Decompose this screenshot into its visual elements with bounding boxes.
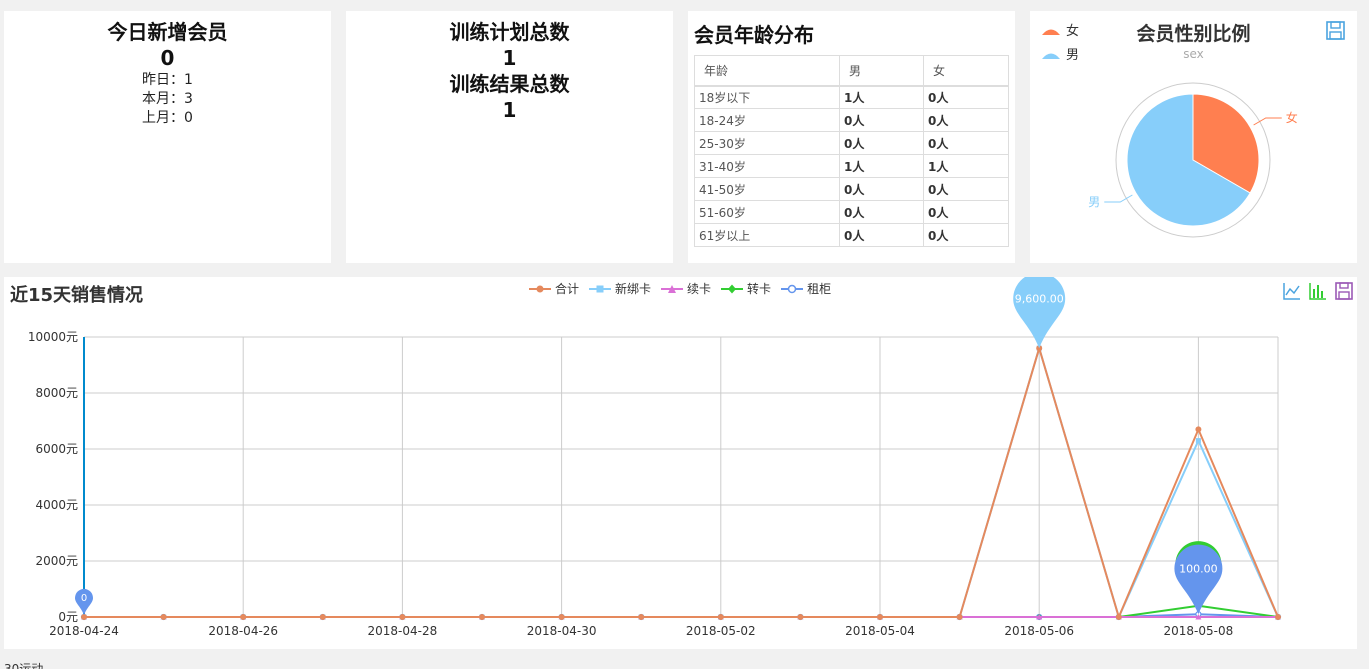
female-count-cell: 0人 [923, 108, 1009, 132]
x-tick-label: 2018-04-26 [208, 624, 278, 638]
new-members-card: 今日新增会员 0 昨日：1 本月：3 上月：0 [4, 11, 331, 263]
age-range-cell: 41-50岁 [694, 177, 840, 201]
pie-slice-label: 男 [1088, 195, 1100, 209]
age-range-cell: 61岁以上 [694, 223, 840, 247]
marker-label: 100.00 [1179, 562, 1218, 575]
plan-total-count: 1 [502, 46, 517, 70]
column-header-age: 年龄 [694, 55, 840, 86]
male-count-cell: 0人 [839, 223, 924, 247]
data-point [1195, 426, 1202, 433]
table-row: 61岁以上 0人 0人 [694, 223, 1009, 247]
data-point [558, 614, 565, 620]
age-range-cell: 18-24岁 [694, 108, 840, 132]
data-point [717, 614, 724, 620]
plan-total-title: 训练计划总数 [449, 20, 570, 44]
male-count-cell: 0人 [839, 200, 924, 224]
column-header-female: 女 [923, 55, 1009, 86]
data-point [1275, 614, 1281, 620]
series-line [84, 604, 1279, 618]
table-row: 25-30岁 0人 0人 [694, 131, 1009, 155]
x-tick-label: 2018-05-02 [686, 624, 756, 638]
table-row: 31-40岁 1人 1人 [694, 154, 1009, 178]
male-count-cell: 0人 [839, 131, 924, 155]
data-point [797, 614, 804, 620]
female-count-cell: 0人 [923, 131, 1009, 155]
age-range-cell: 18岁以下 [694, 85, 840, 109]
new-members-last-month: 上月：0 [142, 110, 193, 126]
age-distribution-table: 年龄 男 女 18岁以下 1人 0人 18-24岁 0人 0人 25-30岁 0人 0人 3… [694, 55, 1009, 247]
table-header-row: 年龄 男 女 [694, 55, 1009, 86]
y-tick-label: 10000元 [28, 330, 78, 344]
male-count-cell: 0人 [839, 108, 924, 132]
y-tick-label: 2000元 [35, 554, 78, 568]
female-count-cell: 1人 [923, 154, 1009, 178]
y-tick-label: 6000元 [35, 442, 78, 456]
data-point [1195, 438, 1201, 444]
marker-label: 0 [81, 593, 87, 604]
max-marker-pin [1174, 544, 1223, 615]
x-tick-label: 2018-04-30 [527, 624, 597, 638]
marker-label: 9,600.00 [1015, 292, 1064, 305]
data-point [319, 614, 326, 620]
age-range-cell: 51-60岁 [694, 200, 840, 224]
data-point [1115, 614, 1122, 620]
data-point [638, 614, 645, 620]
new-members-yesterday: 昨日：1 [142, 72, 193, 88]
new-members-this-month: 本月：3 [142, 91, 193, 107]
result-total-title: 训练结果总数 [449, 72, 570, 96]
x-tick-label: 2018-05-06 [1004, 624, 1074, 638]
x-tick-label: 2018-04-24 [49, 624, 119, 638]
x-tick-label: 2018-05-08 [1164, 624, 1234, 638]
sales-line-chart: 0元 2000元 4000元 6000元 8000元 10000元 2018-04-24 20… [28, 277, 1282, 638]
footer-text: 30运动 [4, 662, 44, 669]
male-count-cell: 0人 [839, 177, 924, 201]
female-count-cell: 0人 [923, 223, 1009, 247]
sales-chart-card: 近15天销售情况 合计 新绑卡 续卡 转卡 租柜 0元 2000元 4000元 6000元 80… [4, 277, 1357, 649]
result-total-count: 1 [502, 98, 517, 122]
female-count-cell: 0人 [923, 85, 1009, 109]
male-count-cell: 1人 [839, 154, 924, 178]
table-row: 18-24岁 0人 0人 [694, 108, 1009, 132]
training-stats-card: 训练计划总数 1 训练结果总数 1 [346, 11, 673, 263]
max-marker-pin [1013, 277, 1066, 349]
data-point [479, 614, 485, 620]
x-tick-label: 2018-05-04 [845, 624, 915, 638]
data-point [240, 614, 247, 620]
data-point [877, 614, 883, 620]
series-line [84, 344, 1279, 620]
age-range-cell: 25-30岁 [694, 131, 840, 155]
table-row: 51-60岁 0人 0人 [694, 200, 1009, 224]
y-tick-label: 0元 [58, 610, 78, 624]
age-range-cell: 31-40岁 [694, 154, 840, 178]
age-distribution-title: 会员年龄分布 [694, 23, 814, 47]
data-point [956, 614, 963, 620]
x-tick-label: 2018-04-28 [368, 624, 438, 638]
female-count-cell: 0人 [923, 200, 1009, 224]
new-members-title: 今日新增会员 [107, 20, 228, 44]
gender-pie-chart: 女男 [1088, 82, 1298, 238]
pie-slice-label: 女 [1286, 110, 1298, 125]
y-tick-label: 8000元 [35, 386, 78, 400]
female-count-cell: 0人 [923, 177, 1009, 201]
gender-ratio-card: 女 男 会员性别比例 sex 女男 [1030, 11, 1357, 263]
table-row: 41-50岁 0人 0人 [694, 177, 1009, 201]
data-point [160, 614, 167, 620]
table-row: 18岁以下 1人 0人 [694, 85, 1009, 109]
age-distribution-card: 会员年龄分布 年龄 男 女 18岁以下 1人 0人 18-24岁 0人 0人 25-30… [688, 11, 1015, 263]
data-point [399, 614, 406, 620]
new-members-count: 0 [160, 46, 175, 70]
y-tick-label: 4000元 [35, 498, 78, 512]
column-header-male: 男 [839, 55, 924, 86]
series-line [84, 344, 1279, 620]
male-count-cell: 1人 [839, 85, 924, 109]
